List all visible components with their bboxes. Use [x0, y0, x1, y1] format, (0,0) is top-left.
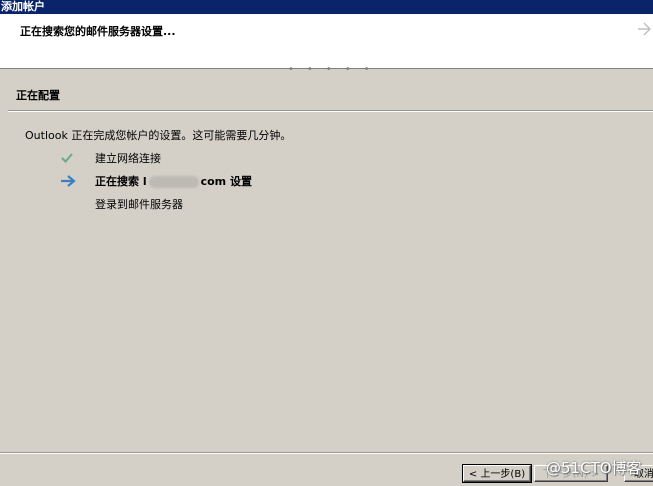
add-account-dialog: 添加帐户 正在搜索您的邮件服务器设置... ••••• 正在配置 Outlook… [0, 0, 653, 486]
intro-text: Outlook 正在完成您帐户的设置。这可能需要几分钟。 [25, 129, 292, 142]
progress-dots: ••••• [288, 64, 383, 75]
step-login: 登录到邮件服务器 [60, 196, 183, 212]
window-title: 添加帐户 [0, 0, 653, 14]
arrow-right-icon [637, 20, 652, 43]
step-network-label: 建立网络连接 [95, 152, 161, 165]
footer-divider [0, 452, 653, 454]
cancel-button[interactable]: 取消 [624, 465, 653, 482]
check-icon [60, 150, 80, 166]
next-button[interactable]: 下一步(N) > [534, 465, 608, 482]
arrow-right-icon [60, 173, 80, 189]
section-title: 正在配置 [16, 89, 60, 102]
step-network: 建立网络连接 [60, 150, 161, 166]
step-search-label: 正在搜索 l com 设置 [95, 173, 252, 189]
step-login-label: 登录到邮件服务器 [95, 198, 183, 211]
back-button[interactable]: < 上一步(B) [462, 464, 532, 483]
header-status-text: 正在搜索您的邮件服务器设置... [20, 25, 176, 38]
redacted-blur [148, 176, 199, 188]
step-search: 正在搜索 l com 设置 [60, 173, 252, 189]
section-divider [8, 110, 653, 112]
step-search-suffix: com 设置 [200, 175, 252, 188]
step-search-prefix: 正在搜索 l [95, 175, 147, 188]
header-panel: 正在搜索您的邮件服务器设置... [0, 14, 653, 69]
